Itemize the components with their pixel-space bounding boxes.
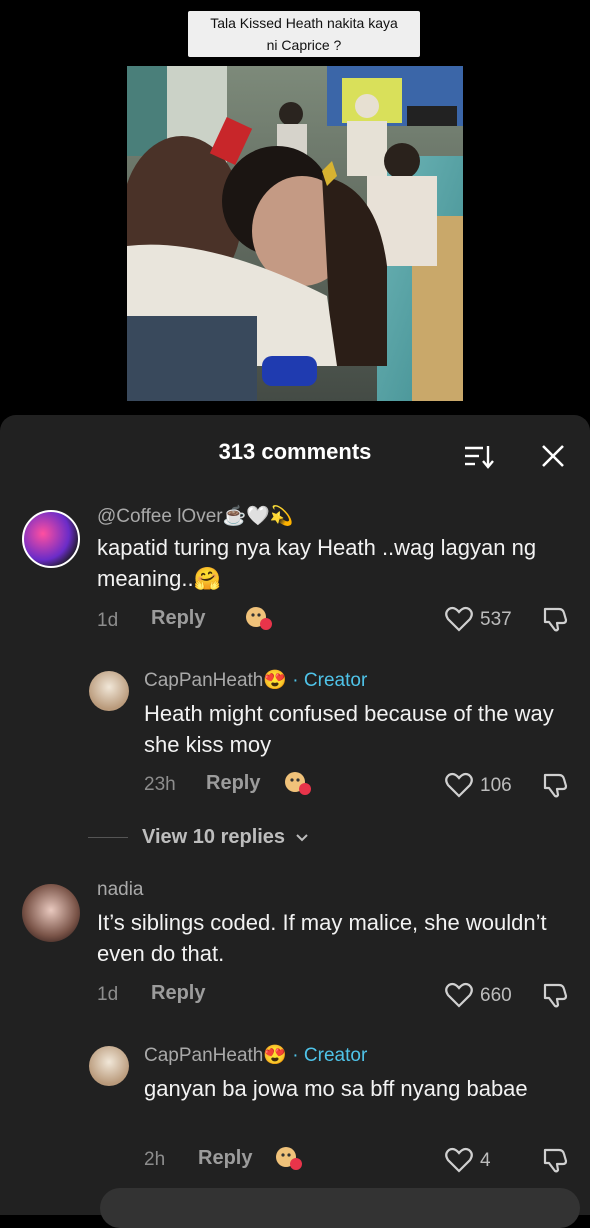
reply-text: ganyan ba jowa mo sa bff nyang babae: [144, 1076, 528, 1101]
comment-time: 1d: [97, 610, 119, 631]
comment-username[interactable]: @Coffee lOver☕🤍💫: [97, 504, 294, 528]
reply-text: Heath might confused because of the way …: [144, 701, 554, 757]
close-icon[interactable]: [541, 444, 565, 468]
sticker-icon[interactable]: [274, 1144, 304, 1174]
chevron-down-icon: [295, 834, 308, 842]
video-frame: [127, 66, 463, 401]
comments-count-title: 313 comments: [218, 439, 372, 464]
sticker-icon[interactable]: [244, 604, 274, 634]
avatar[interactable]: [22, 884, 80, 942]
avatar[interactable]: [89, 671, 129, 711]
sort-icon[interactable]: [463, 443, 495, 471]
reply-username-text: CapPanHeath😍: [144, 1045, 288, 1066]
reply-button[interactable]: Reply: [198, 1147, 252, 1170]
caption-line-2: ni Caprice ?: [266, 37, 342, 53]
caption-line-1: Tala Kissed Heath nakita kaya: [210, 15, 398, 31]
creator-badge: · Creator: [287, 670, 368, 691]
avatar[interactable]: [22, 510, 80, 568]
heart-icon[interactable]: [445, 982, 473, 1013]
reply-button[interactable]: Reply: [206, 772, 260, 795]
sticker-icon[interactable]: [283, 769, 313, 799]
like-count: 106: [480, 775, 512, 796]
avatar[interactable]: [89, 1046, 129, 1086]
heart-icon[interactable]: [445, 1147, 473, 1178]
view-replies-divider: [88, 837, 128, 838]
dislike-icon[interactable]: [541, 981, 569, 1014]
video-player[interactable]: Tala Kissed Heath nakita kaya ni Caprice…: [0, 0, 590, 430]
reply-username[interactable]: CapPanHeath😍 · Creator: [144, 668, 367, 692]
reply-username[interactable]: CapPanHeath😍 · Creator: [144, 1043, 367, 1067]
like-count: 537: [480, 609, 512, 630]
reply-button[interactable]: Reply: [151, 607, 205, 630]
comment-text: kapatid turing nya kay Heath ..wag lagya…: [97, 535, 537, 591]
view-replies-button[interactable]: View 10 replies: [142, 826, 309, 849]
view-replies-label: View 10 replies: [142, 826, 286, 848]
reply-time: 2h: [144, 1149, 166, 1170]
dislike-icon[interactable]: [541, 771, 569, 804]
like-count: 660: [480, 985, 512, 1006]
dislike-icon[interactable]: [541, 1146, 569, 1179]
comment-input-bar[interactable]: [100, 1188, 580, 1228]
dislike-icon[interactable]: [541, 605, 569, 638]
comment-time: 1d: [97, 984, 119, 1005]
heart-icon[interactable]: [445, 772, 473, 803]
like-count: 4: [480, 1150, 491, 1171]
video-caption: Tala Kissed Heath nakita kaya ni Caprice…: [188, 11, 420, 57]
heart-icon[interactable]: [445, 606, 473, 637]
reply-button[interactable]: Reply: [151, 982, 205, 1005]
reply-username-text: CapPanHeath😍: [144, 670, 288, 691]
comment-username[interactable]: nadia: [97, 879, 144, 901]
reply-time: 23h: [144, 774, 176, 795]
creator-badge: · Creator: [287, 1045, 368, 1066]
comment-text: It’s siblings coded. If may malice, she …: [97, 910, 547, 966]
